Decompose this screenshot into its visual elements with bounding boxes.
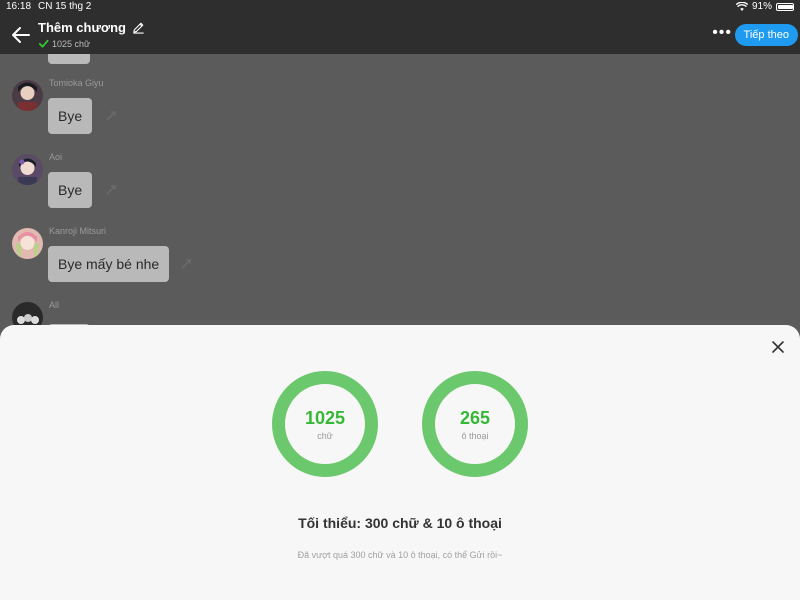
- reply-icon[interactable]: [180, 258, 192, 270]
- word-count-sheet: 1025 chữ 265 ô thoại Tối thiểu: 300 chữ …: [0, 325, 800, 600]
- status-time: 16:18: [6, 1, 32, 12]
- avatar: [12, 154, 43, 185]
- dialogue-count-value: 265: [459, 407, 491, 428]
- reply-icon[interactable]: [105, 184, 117, 196]
- dialogue-count-unit: ô thoại: [461, 430, 489, 441]
- sender-name: All: [49, 300, 60, 310]
- minimum-requirement: Tối thiểu: 300 chữ & 10 ô thoại: [298, 515, 502, 531]
- more-options-icon[interactable]: •••: [712, 25, 732, 41]
- message-bubble[interactable]: Bye: [48, 172, 93, 208]
- status-date: CN 15 thg 2: [38, 1, 92, 12]
- word-count-ring: 1025 chữ: [272, 371, 378, 477]
- avatar: [12, 80, 43, 111]
- message-bubble[interactable]: Bye mấy bé nhe: [48, 246, 170, 282]
- wifi-icon: [735, 2, 748, 11]
- status-bar: 16:18 CN 15 thg 2 91%: [0, 0, 800, 14]
- battery-percent: 91%: [751, 1, 772, 12]
- page-title: Thêm chương: [38, 20, 126, 35]
- sender-name: Kanroji Mitsuri: [49, 226, 107, 236]
- battery-icon: [776, 2, 794, 11]
- word-count-status: 1025 chữ: [38, 38, 145, 49]
- reply-icon[interactable]: [105, 110, 117, 122]
- close-icon[interactable]: [771, 340, 785, 354]
- word-count-unit: chữ: [317, 430, 333, 441]
- check-icon: [38, 39, 49, 48]
- dialogue-count-ring: 265 ô thoại: [422, 371, 528, 477]
- partial-bubble-top: [48, 54, 90, 64]
- requirement-note: Đã vượt quá 300 chữ và 10 ô thoại, có th…: [297, 550, 503, 560]
- avatar: [12, 228, 43, 259]
- sender-name: Tomioka Giyu: [49, 78, 104, 88]
- status-indicators: 91%: [735, 1, 794, 12]
- edit-pencil-icon[interactable]: [132, 21, 145, 34]
- message-bubble[interactable]: Bye: [48, 98, 93, 134]
- word-count-value: 1025: [304, 407, 346, 428]
- next-button[interactable]: Tiếp theo: [734, 24, 798, 46]
- chapter-header: Thêm chương 1025 chữ ••• Tiếp theo: [0, 14, 800, 54]
- sender-name: Aoi: [49, 152, 63, 162]
- chat-area: Tomioka Giyu Bye Aoi Bye Kanroji Mitsuri…: [0, 54, 800, 334]
- word-count-label: 1025 chữ: [52, 38, 91, 49]
- title-block: Thêm chương 1025 chữ: [38, 20, 145, 49]
- back-arrow-icon[interactable]: [10, 24, 32, 46]
